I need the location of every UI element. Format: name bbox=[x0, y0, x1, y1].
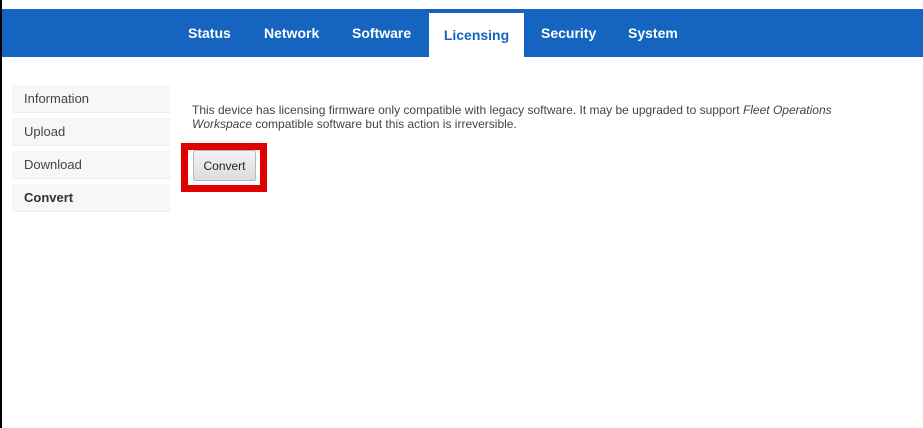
sidebar-item-information[interactable]: Information bbox=[12, 85, 170, 113]
message-text: This device has licensing firmware only … bbox=[192, 103, 743, 117]
tab-status[interactable]: Status bbox=[188, 9, 231, 57]
sidebar-item-convert[interactable]: Convert bbox=[12, 184, 170, 212]
tab-software[interactable]: Software bbox=[352, 9, 411, 57]
tab-network[interactable]: Network bbox=[264, 9, 319, 57]
convert-description: This device has licensing firmware only … bbox=[192, 103, 892, 131]
convert-button[interactable]: Convert bbox=[193, 150, 256, 181]
message-text-end: compatible software but this action is i… bbox=[252, 117, 517, 131]
top-navigation-bar: Status Network Software Licensing Securi… bbox=[2, 9, 923, 57]
tab-security[interactable]: Security bbox=[541, 9, 596, 57]
tab-licensing[interactable]: Licensing bbox=[429, 9, 524, 57]
sidebar: Information Upload Download Convert bbox=[12, 85, 170, 217]
sidebar-item-upload[interactable]: Upload bbox=[12, 118, 170, 146]
sidebar-item-download[interactable]: Download bbox=[12, 151, 170, 179]
tab-system[interactable]: System bbox=[628, 9, 678, 57]
